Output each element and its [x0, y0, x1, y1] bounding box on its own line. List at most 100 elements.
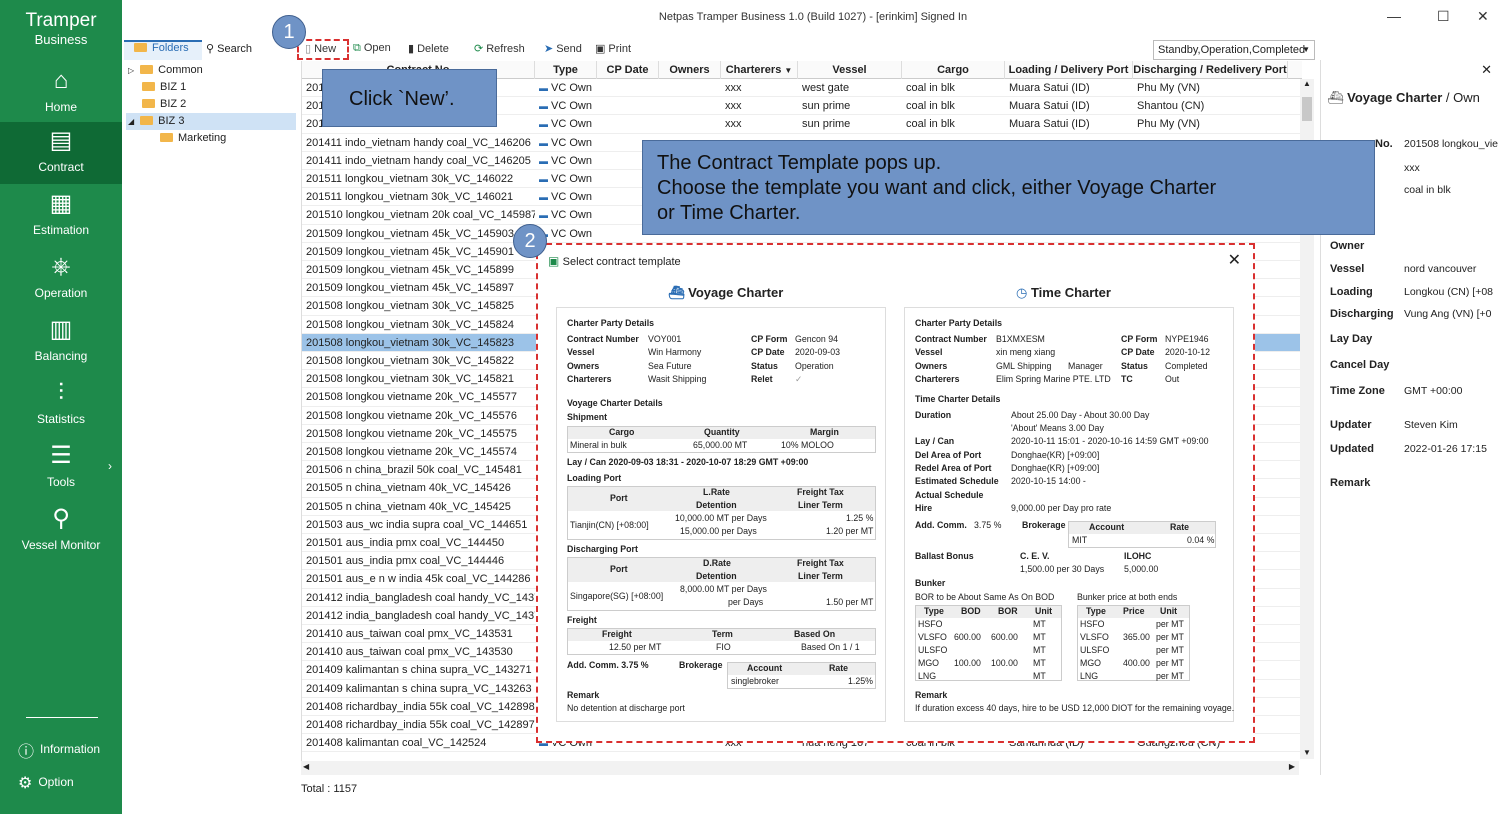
- send-button[interactable]: ➤ Send: [544, 42, 582, 55]
- template-icon: ▣: [548, 254, 563, 268]
- table-header: Liner Term: [798, 571, 843, 581]
- close-panel-button[interactable]: ✕: [1481, 62, 1492, 78]
- add-comm-text: Add. Comm. 3.75 %: [567, 660, 649, 670]
- cell-no: 201508 longkou_vietnam 30k_VC_145822: [306, 355, 514, 367]
- col-discharging-port[interactable]: Discharging / Redelivery Port: [1133, 61, 1288, 79]
- col-type[interactable]: Type: [535, 61, 597, 79]
- field-label: Contract Number: [915, 334, 987, 344]
- callout-line: Choose the template you want and click, …: [657, 177, 1217, 199]
- table-cell: 12.50 per MT: [609, 642, 662, 652]
- cell-type: ▬VC Own: [535, 206, 597, 224]
- table-header: Cargo: [609, 427, 635, 437]
- field-value: Donghae(KR) [+09:00]: [1011, 450, 1100, 460]
- cell-load: Muara Satui (ID): [1009, 82, 1090, 94]
- col-charterers-label: Charterers: [725, 64, 782, 76]
- cell-type-label: VC Own: [551, 154, 592, 167]
- tree-node-biz3[interactable]: ◢ BIZ 3: [126, 113, 296, 130]
- table-header: Rate: [1170, 522, 1190, 532]
- detail-label: Updater: [1330, 419, 1372, 431]
- callout-step-1: Click `New’.: [322, 69, 497, 127]
- cell-no: 201509 longkou_vietnam 45k_VC_145901: [306, 245, 514, 258]
- sidebar-item-estimation[interactable]: ▦ Estimation: [0, 185, 122, 247]
- voyage-charter-card[interactable]: Charter Party Details Contract Number VO…: [556, 307, 886, 722]
- table-cell: Singapore(SG) [+08:00]: [570, 591, 664, 601]
- cell-no: 201501 aus_india pmx coal_VC_144450: [306, 537, 505, 549]
- col-loading-port[interactable]: Loading / Delivery Port: [1005, 61, 1133, 79]
- scroll-left-icon[interactable]: ◀: [303, 762, 309, 771]
- panel-heading-sub: / Own: [1442, 90, 1480, 105]
- field-label: Manager: [1068, 361, 1103, 371]
- open-label: Open: [363, 42, 391, 54]
- time-charter-heading[interactable]: ◷ Time Charter: [1016, 285, 1111, 301]
- scroll-up-icon[interactable]: ▲: [1303, 79, 1311, 88]
- left-tabs: Folders ⚲ Search: [122, 40, 298, 60]
- cell-no: 201508 longkou vietname 20k_VC_145577: [306, 391, 517, 404]
- col-cp-date[interactable]: CP Date: [597, 61, 659, 79]
- section-title: Charter Party Details: [567, 318, 655, 328]
- table-cell: HSFO: [1080, 619, 1105, 629]
- field-label: Status: [1121, 361, 1148, 371]
- sidebar-item-home[interactable]: ⌂ Home: [0, 62, 122, 124]
- time-heading-text: Time Charter: [1030, 285, 1111, 300]
- table-cell: MT: [1033, 671, 1046, 681]
- tab-search[interactable]: ⚲ Search: [206, 42, 252, 55]
- col-vessel[interactable]: Vessel: [798, 61, 902, 79]
- tree-node-common[interactable]: ▷ Common: [128, 62, 203, 79]
- field-value: Operation: [795, 361, 834, 371]
- grid-horizontal-scrollbar[interactable]: ◀ ▶: [301, 761, 1299, 775]
- scroll-down-icon[interactable]: ▼: [1303, 748, 1311, 757]
- option-link[interactable]: ⚙ Option: [18, 773, 74, 793]
- print-button[interactable]: ▣ Print: [595, 42, 631, 55]
- field-value: VOY001: [648, 334, 682, 344]
- open-button[interactable]: ⧉ Open: [353, 42, 391, 55]
- table-header: Unit: [1035, 606, 1053, 616]
- section-title: Loading Port: [567, 473, 622, 483]
- status-filter-select[interactable]: Standby,Operation,Completed ▼: [1153, 40, 1315, 60]
- close-window-button[interactable]: ✕: [1477, 8, 1489, 25]
- cell-no: 201508 longkou_vietnam 30k_VC_145825: [306, 300, 514, 313]
- tree-node-marketing[interactable]: Marketing: [160, 130, 226, 147]
- tree-node-biz1[interactable]: BIZ 1: [142, 79, 186, 96]
- field-value: Donghae(KR) [+09:00]: [1011, 463, 1100, 473]
- vc-icon: ▬: [539, 83, 548, 93]
- field-value: 5,000.00: [1124, 564, 1159, 574]
- field-value: Sea Future: [648, 361, 692, 371]
- col-cargo[interactable]: Cargo: [902, 61, 1005, 79]
- table-cell: MT: [1033, 632, 1046, 642]
- brand-bottom: Business: [34, 32, 88, 47]
- sidebar-item-vessel-monitor[interactable]: ⚲ Vessel Monitor: [0, 500, 122, 562]
- table-cell: 1.25%: [848, 676, 873, 686]
- voyage-charter-heading[interactable]: ⛴ Voyage Charter: [668, 285, 783, 301]
- vc-icon: ▬: [539, 155, 548, 166]
- step-badge-2: 2: [513, 224, 547, 258]
- maximize-button[interactable]: ☐: [1437, 8, 1450, 25]
- minimize-button[interactable]: —: [1387, 8, 1401, 24]
- field-label: Charterers: [915, 374, 960, 384]
- information-link[interactable]: ⓘ Information: [18, 738, 100, 762]
- sidebar-item-tools[interactable]: ☰ Tools ›: [0, 437, 122, 499]
- scroll-thumb[interactable]: [1302, 97, 1312, 121]
- sidebar-item-operation[interactable]: ⎈ Operation: [0, 248, 122, 310]
- field-label: Vessel: [567, 347, 595, 357]
- refresh-button[interactable]: ⟳ Refresh: [474, 42, 525, 55]
- detail-value: Longkou (CN) [+08: [1404, 286, 1494, 298]
- folder-icon: [140, 65, 154, 74]
- col-charterers[interactable]: Charterers ▼: [721, 61, 798, 79]
- filter-icon: ▼: [784, 66, 793, 75]
- field-value: 9,000.00 per Day pro rate: [1011, 503, 1112, 513]
- table-header: Liner Term: [798, 500, 843, 510]
- cell-charterers: xxx: [725, 100, 742, 113]
- sidebar-item-balancing[interactable]: ▥ Balancing: [0, 311, 122, 373]
- table-cell: ULSFO: [918, 645, 948, 655]
- sidebar-item-statistics[interactable]: ⫶ Statistics: [0, 374, 122, 436]
- tree-node-biz2[interactable]: BIZ 2: [142, 96, 186, 113]
- dialog-close-button[interactable]: ✕: [1228, 250, 1241, 270]
- sidebar-item-label: Tools: [46, 475, 75, 489]
- delete-button[interactable]: ▮ Delete: [408, 42, 449, 55]
- sidebar-item-contract[interactable]: ▤ Contract: [0, 122, 122, 184]
- field-value: 'About' Means 3.00 Day: [1011, 423, 1104, 433]
- scroll-right-icon[interactable]: ▶: [1289, 762, 1295, 771]
- col-owners[interactable]: Owners: [659, 61, 721, 79]
- time-charter-card[interactable]: Charter Party Details Contract Number B1…: [904, 307, 1234, 722]
- table-cell: 100.00: [991, 658, 1018, 668]
